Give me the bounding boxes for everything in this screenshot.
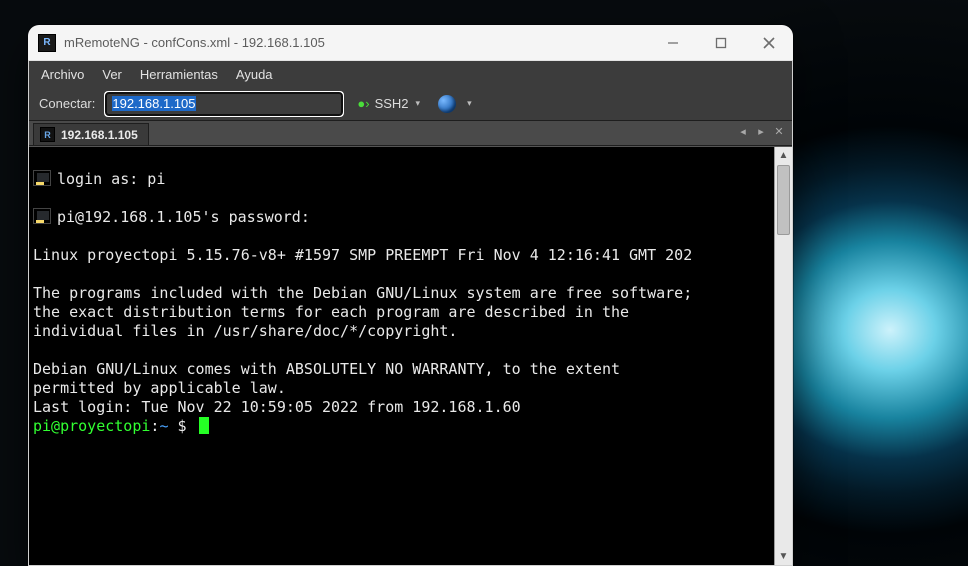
terminal-pane: login as: pi pi@192.168.1.105's password… bbox=[29, 146, 792, 565]
tab-prev-icon[interactable]: ◂ bbox=[736, 125, 750, 138]
minimize-button[interactable] bbox=[649, 25, 697, 60]
putty-icon bbox=[33, 170, 51, 186]
terminal-line: The programs included with the Debian GN… bbox=[33, 284, 692, 302]
chevron-down-icon[interactable]: ▾ bbox=[467, 98, 472, 109]
session-icon: R bbox=[40, 127, 55, 142]
tab-controls: ◂ ▸ ✕ bbox=[736, 125, 786, 138]
tab-strip: R 192.168.1.105 ◂ ▸ ✕ bbox=[29, 121, 792, 146]
protocol-selector[interactable]: ●› SSH2 ▾ bbox=[351, 96, 426, 111]
vertical-scrollbar[interactable]: ▲ ▼ bbox=[774, 147, 792, 565]
connect-icon: ●› bbox=[357, 97, 369, 110]
terminal-line: pi@192.168.1.105's password: bbox=[57, 208, 310, 227]
terminal-line: Linux proyectopi 5.15.76-v8+ #1597 SMP P… bbox=[33, 246, 692, 264]
session-tab[interactable]: R 192.168.1.105 bbox=[33, 123, 149, 145]
protocol-label: SSH2 bbox=[375, 96, 409, 111]
scroll-thumb[interactable] bbox=[777, 165, 790, 235]
tab-close-icon[interactable]: ✕ bbox=[772, 125, 786, 138]
connect-toolbar: Conectar: ●› SSH2 ▾ ▾ bbox=[29, 87, 792, 121]
close-button[interactable] bbox=[745, 25, 793, 60]
terminal-cursor bbox=[199, 417, 209, 434]
app-icon: R bbox=[38, 34, 56, 52]
terminal-line: login as: pi bbox=[57, 170, 165, 189]
prompt-symbol: $ bbox=[168, 417, 195, 435]
address-input[interactable] bbox=[105, 92, 343, 116]
connect-label: Conectar: bbox=[39, 96, 95, 111]
window-title: mRemoteNG - confCons.xml - 192.168.1.105 bbox=[64, 35, 325, 50]
terminal-line: Debian GNU/Linux comes with ABSOLUTELY N… bbox=[33, 360, 620, 378]
maximize-button[interactable] bbox=[697, 25, 745, 60]
app-window: R mRemoteNG - confCons.xml - 192.168.1.1… bbox=[28, 25, 793, 566]
scroll-up-icon[interactable]: ▲ bbox=[775, 147, 792, 164]
client-area: Archivo Ver Herramientas Ayuda Conectar:… bbox=[28, 60, 793, 566]
scroll-down-icon[interactable]: ▼ bbox=[775, 548, 792, 565]
prompt-user: pi@proyectopi bbox=[33, 417, 150, 435]
terminal-line: Last login: Tue Nov 22 10:59:05 2022 fro… bbox=[33, 398, 521, 416]
menubar: Archivo Ver Herramientas Ayuda bbox=[29, 61, 792, 87]
chevron-down-icon: ▾ bbox=[416, 98, 421, 109]
tab-next-icon[interactable]: ▸ bbox=[754, 125, 768, 138]
tab-label: 192.168.1.105 bbox=[61, 128, 138, 142]
menu-item-ver[interactable]: Ver bbox=[102, 67, 122, 82]
terminal-line: the exact distribution terms for each pr… bbox=[33, 303, 629, 321]
titlebar[interactable]: R mRemoteNG - confCons.xml - 192.168.1.1… bbox=[28, 25, 793, 60]
putty-icon bbox=[33, 208, 51, 224]
globe-icon[interactable] bbox=[438, 95, 456, 113]
terminal[interactable]: login as: pi pi@192.168.1.105's password… bbox=[29, 147, 774, 565]
menu-item-archivo[interactable]: Archivo bbox=[41, 67, 84, 82]
terminal-line: individual files in /usr/share/doc/*/cop… bbox=[33, 322, 457, 340]
menu-item-herramientas[interactable]: Herramientas bbox=[140, 67, 218, 82]
menu-item-ayuda[interactable]: Ayuda bbox=[236, 67, 273, 82]
terminal-line: permitted by applicable law. bbox=[33, 379, 286, 397]
